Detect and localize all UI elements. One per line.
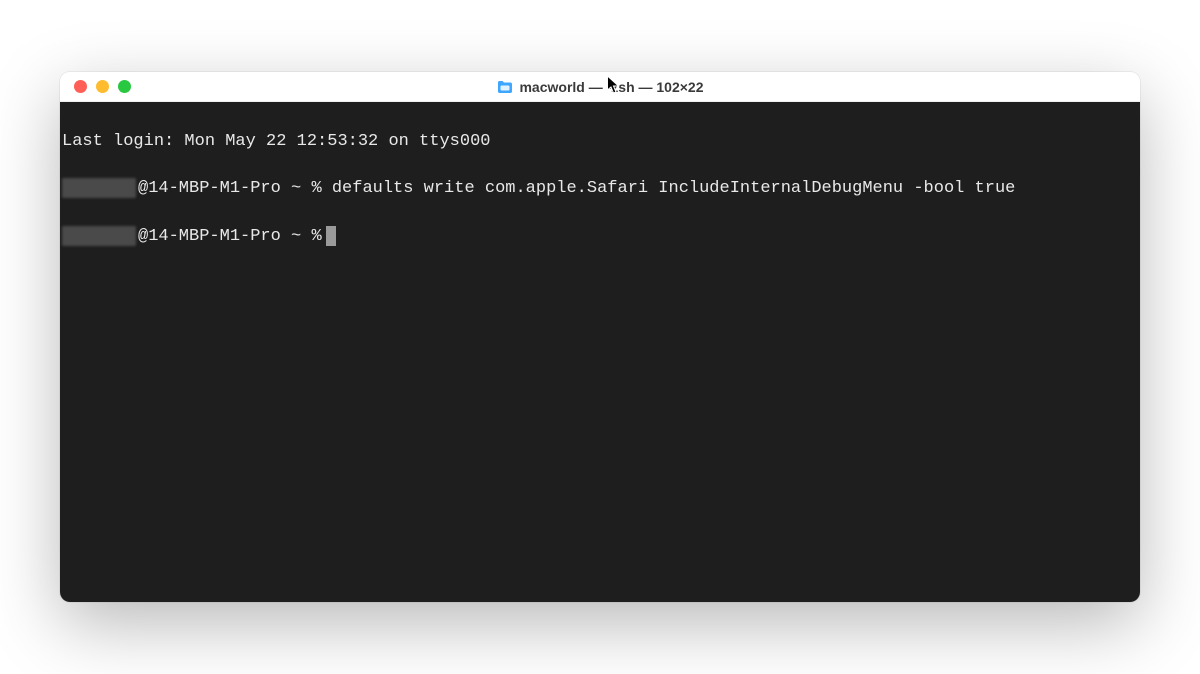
terminal-body[interactable]: Last login: Mon May 22 12:53:32 on ttys0… bbox=[60, 102, 1140, 602]
title-bar[interactable]: macworld — -zsh — 102×22 bbox=[60, 72, 1140, 102]
terminal-window: macworld — -zsh — 102×22 Last login: Mon… bbox=[60, 72, 1140, 602]
last-login-line: Last login: Mon May 22 12:53:32 on ttys0… bbox=[62, 130, 1138, 154]
redacted-username bbox=[62, 226, 136, 246]
prompt-symbol: % bbox=[311, 179, 321, 198]
folder-icon bbox=[496, 80, 513, 94]
prompt-host: @14-MBP-M1-Pro bbox=[138, 179, 281, 198]
prompt-path: ~ bbox=[291, 227, 301, 246]
prompt-symbol: % bbox=[311, 227, 321, 246]
prompt-path: ~ bbox=[291, 179, 301, 198]
maximize-button[interactable] bbox=[118, 80, 131, 93]
window-title-group: macworld — -zsh — 102×22 bbox=[496, 79, 703, 95]
redacted-username bbox=[62, 178, 136, 198]
close-button[interactable] bbox=[74, 80, 87, 93]
traffic-lights bbox=[60, 80, 131, 93]
block-cursor bbox=[326, 226, 336, 246]
minimize-button[interactable] bbox=[96, 80, 109, 93]
entered-command: defaults write com.apple.Safari IncludeI… bbox=[332, 179, 1016, 198]
command-line: @14-MBP-M1-Pro ~ % defaults write com.ap… bbox=[62, 177, 1138, 201]
window-title: macworld — -zsh — 102×22 bbox=[519, 79, 703, 95]
prompt-line: @14-MBP-M1-Pro ~ % bbox=[62, 225, 1138, 249]
prompt-host: @14-MBP-M1-Pro bbox=[138, 227, 281, 246]
